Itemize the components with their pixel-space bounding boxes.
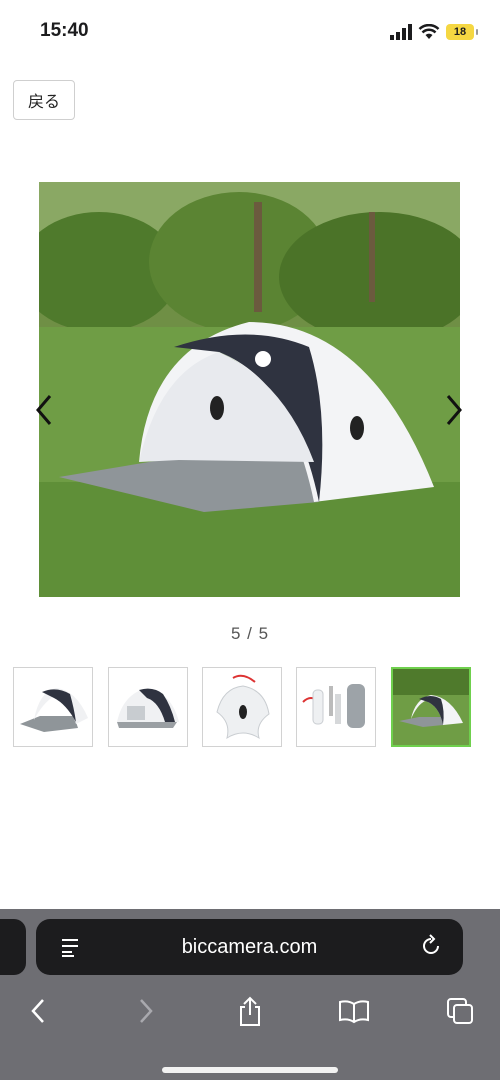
browser-forward-button[interactable] (126, 991, 166, 1031)
thumbnail-strip (13, 667, 473, 749)
browser-bar: biccamera.com (0, 909, 500, 1080)
tabs-icon (447, 998, 473, 1024)
wifi-icon (418, 24, 440, 39)
back-button[interactable]: 戻る (13, 80, 75, 120)
thumbnail-2[interactable] (108, 667, 188, 747)
address-bar[interactable]: biccamera.com (36, 919, 463, 975)
share-icon (240, 996, 260, 1026)
status-bar: 15:40 18 (0, 0, 500, 64)
tabs-button[interactable] (440, 991, 480, 1031)
main-product-image[interactable] (39, 182, 460, 597)
previous-image-arrow[interactable] (32, 392, 56, 428)
tent-on-grass-thumbnail-icon (393, 669, 469, 745)
tent-parts-thumbnail-icon (302, 684, 365, 728)
battery-level: 18 (453, 26, 467, 38)
browser-toolbar (0, 987, 500, 1037)
tent-side-thumbnail-icon (117, 688, 179, 728)
tent-photo-icon (39, 182, 460, 597)
home-indicator (162, 1067, 338, 1073)
forward-icon (140, 999, 153, 1023)
thumbnail-5-selected[interactable] (391, 667, 471, 747)
thumbnail-1[interactable] (13, 667, 93, 747)
browser-back-button[interactable] (18, 991, 58, 1031)
bookmarks-icon (339, 1000, 369, 1024)
tent-bag-thumbnail-icon (216, 674, 270, 740)
thumbnail-3[interactable] (202, 667, 282, 747)
tent-front-thumbnail-icon (20, 688, 88, 732)
share-button[interactable] (230, 991, 270, 1031)
bookmarks-button[interactable] (334, 991, 374, 1031)
signal-icon (390, 24, 412, 40)
reload-icon[interactable] (419, 934, 443, 958)
status-time: 15:40 (40, 20, 89, 41)
status-icons: 18 (390, 22, 478, 42)
previous-tab-handle[interactable] (0, 919, 26, 975)
battery-icon: 18 (446, 24, 478, 40)
thumbnail-4[interactable] (296, 667, 376, 747)
image-counter: 5 / 5 (230, 624, 270, 643)
back-icon (31, 999, 44, 1023)
next-image-arrow[interactable] (442, 392, 466, 428)
url-text: biccamera.com (181, 936, 318, 958)
